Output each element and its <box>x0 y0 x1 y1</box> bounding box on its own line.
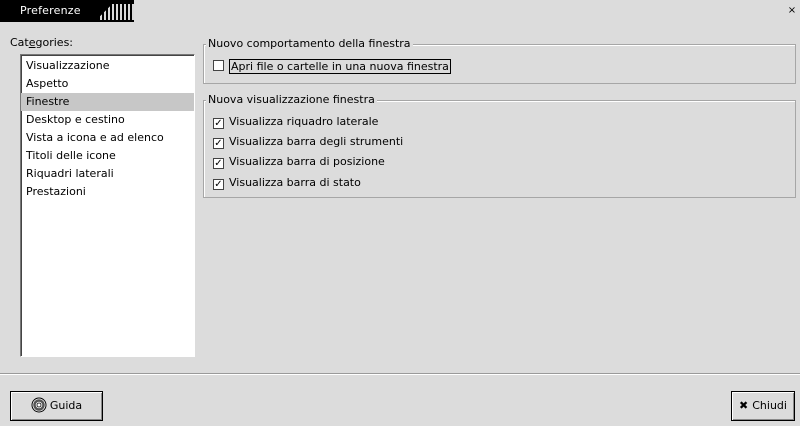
checkbox-status-bar[interactable]: ✓ <box>213 179 224 190</box>
title-bar: Preferenze × <box>0 0 800 22</box>
option-toolbar[interactable]: ✓ Visualizza barra degli strumenti <box>213 134 403 150</box>
checkbox-location-bar[interactable]: ✓ <box>213 158 224 169</box>
option-status-bar-label: Visualizza barra di stato <box>229 176 361 189</box>
category-item-vista-icona-elenco[interactable]: Vista a icona e ad elenco <box>21 129 194 147</box>
option-side-pane-label: Visualizza riquadro laterale <box>229 115 379 128</box>
help-button[interactable]: Guida <box>10 391 103 421</box>
checkbox-toolbar[interactable]: ✓ <box>213 138 224 149</box>
checkbox-open-new-window[interactable] <box>213 60 224 71</box>
category-item-aspetto[interactable]: Aspetto <box>21 75 194 93</box>
category-item-desktop-cestino[interactable]: Desktop e cestino <box>21 111 194 129</box>
option-toolbar-label: Visualizza barra degli strumenti <box>229 135 404 148</box>
category-item-visualizzazione[interactable]: Visualizzazione <box>21 57 194 75</box>
title-tab[interactable]: Preferenze <box>0 0 134 22</box>
option-open-new-window-label: Apri file o cartelle in una nuova finest… <box>229 59 451 74</box>
close-button-label: Chiudi <box>752 399 787 412</box>
category-item-riquadri-laterali[interactable]: Riquadri laterali <box>21 165 194 183</box>
display-frame-legend: Nuova visualizzazione finestra <box>206 93 377 106</box>
close-icon: ✖ <box>739 399 749 412</box>
close-button[interactable]: ✖ Chiudi <box>731 391 795 421</box>
help-icon <box>31 397 47 413</box>
window-title: Preferenze <box>20 4 81 17</box>
option-side-pane[interactable]: ✓ Visualizza riquadro laterale <box>213 114 378 130</box>
categories-list[interactable]: Visualizzazione Aspetto Finestre Desktop… <box>20 54 195 357</box>
checkbox-side-pane[interactable]: ✓ <box>213 118 224 129</box>
behavior-frame-legend: Nuovo comportamento della finestra <box>206 37 413 50</box>
categories-label: Categories: <box>10 36 74 49</box>
option-location-bar[interactable]: ✓ Visualizza barra di posizione <box>213 154 385 170</box>
help-button-label: Guida <box>49 399 83 412</box>
category-item-finestre[interactable]: Finestre <box>21 93 194 111</box>
option-location-bar-label: Visualizza barra di posizione <box>229 155 385 168</box>
option-status-bar[interactable]: ✓ Visualizza barra di stato <box>213 175 361 191</box>
category-item-prestazioni[interactable]: Prestazioni <box>21 183 194 201</box>
option-open-new-window[interactable]: Apri file o cartelle in una nuova finest… <box>213 59 451 75</box>
button-separator <box>0 373 800 375</box>
category-item-titoli-icone[interactable]: Titoli delle icone <box>21 147 194 165</box>
window-close-icon[interactable]: × <box>786 5 798 17</box>
title-decoration <box>100 4 134 20</box>
